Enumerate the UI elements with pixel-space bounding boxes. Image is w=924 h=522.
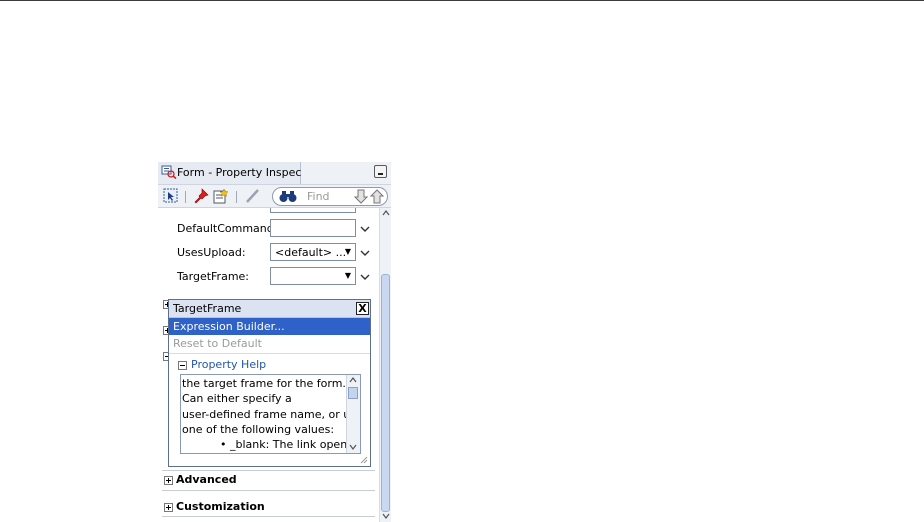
panel-title: Form - Property Inspector: [177, 166, 318, 179]
section-customization[interactable]: Customization: [176, 500, 265, 513]
section-advanced[interactable]: Advanced: [176, 473, 237, 486]
chevron-down-icon[interactable]: [359, 224, 371, 234]
scrollbar-thumb[interactable]: [348, 387, 358, 399]
popup-separator: [169, 353, 370, 354]
chevron-down-icon[interactable]: [359, 272, 371, 282]
menu-item-expression-builder[interactable]: Expression Builder...: [169, 318, 370, 335]
scroll-down-arrow-icon[interactable]: [349, 444, 357, 450]
help-line: • _blank: The link opens: [220, 438, 353, 452]
resize-grip-icon[interactable]: [360, 456, 368, 464]
close-icon[interactable]: X: [356, 302, 369, 315]
section-expand-icon[interactable]: [164, 476, 173, 485]
toolbar-separator: [236, 191, 237, 203]
top-divider-line: [0, 0, 924, 1]
section-expand-icon[interactable]: [164, 503, 173, 512]
panel-toolbar: Find: [158, 184, 391, 208]
help-line: the target frame for the form.: [182, 377, 346, 390]
menu-item-reset-to-default[interactable]: Reset to Default: [169, 335, 370, 352]
dropdown-arrow-icon[interactable]: ▼: [342, 245, 354, 259]
select-component-icon[interactable]: [163, 188, 179, 204]
uses-upload-value: <default> ...: [275, 246, 347, 259]
dropdown-arrow-icon[interactable]: ▼: [342, 269, 354, 283]
property-help-text-area[interactable]: the target frame for the form. Can eithe…: [180, 374, 361, 454]
pin-icon[interactable]: [193, 188, 209, 204]
find-placeholder: Find: [307, 190, 330, 203]
section-divider: [162, 516, 375, 517]
help-line: one of the following values:: [182, 422, 335, 436]
scroll-up-arrow-icon[interactable]: [382, 210, 390, 216]
panel-scrollbar[interactable]: [379, 208, 391, 522]
scroll-down-arrow-icon[interactable]: [382, 513, 390, 519]
property-label-target-frame: TargetFrame:: [177, 270, 250, 283]
edit-properties-icon[interactable]: [213, 188, 229, 204]
chevron-down-icon[interactable]: [359, 248, 371, 258]
scroll-up-arrow-icon[interactable]: [349, 377, 357, 383]
collapse-icon[interactable]: [178, 361, 187, 370]
toolbar-separator: [185, 191, 186, 203]
section-divider: [162, 490, 375, 491]
panel-titlebar: Form - Property Inspector: [158, 162, 391, 184]
property-help-label: Property Help: [191, 358, 267, 371]
pencil-icon[interactable]: [244, 188, 260, 204]
help-text: the target frame for the form. Can eithe…: [182, 376, 361, 452]
popup-header: TargetFrame X: [169, 300, 370, 318]
binoculars-icon: [279, 191, 297, 202]
section-divider: [162, 470, 375, 471]
property-label-uses-upload: UsesUpload:: [177, 246, 246, 259]
popup-title: TargetFrame: [173, 302, 242, 315]
find-field[interactable]: Find: [272, 187, 388, 206]
find-next-arrow-icon[interactable]: [354, 189, 368, 204]
help-scrollbar[interactable]: [346, 375, 360, 453]
find-previous-arrow-icon[interactable]: [370, 189, 384, 204]
default-command-input[interactable]: [270, 219, 356, 237]
property-menu-popup: TargetFrame X Expression Builder... Rese…: [168, 299, 371, 467]
scrollbar-thumb[interactable]: [381, 274, 390, 512]
panel-tab[interactable]: Form - Property Inspector: [158, 162, 317, 184]
help-line: user-defined frame name, or use: [182, 407, 361, 421]
target-frame-select[interactable]: ▼: [270, 267, 356, 285]
property-label-default-command: DefaultCommand:: [177, 222, 278, 235]
help-line: Can either specify a: [182, 392, 292, 406]
minimize-button[interactable]: [374, 165, 387, 178]
property-inspector-icon: [161, 165, 177, 179]
uses-upload-select[interactable]: <default> ... ▼: [270, 243, 356, 261]
clipped-property-field[interactable]: [270, 208, 356, 213]
